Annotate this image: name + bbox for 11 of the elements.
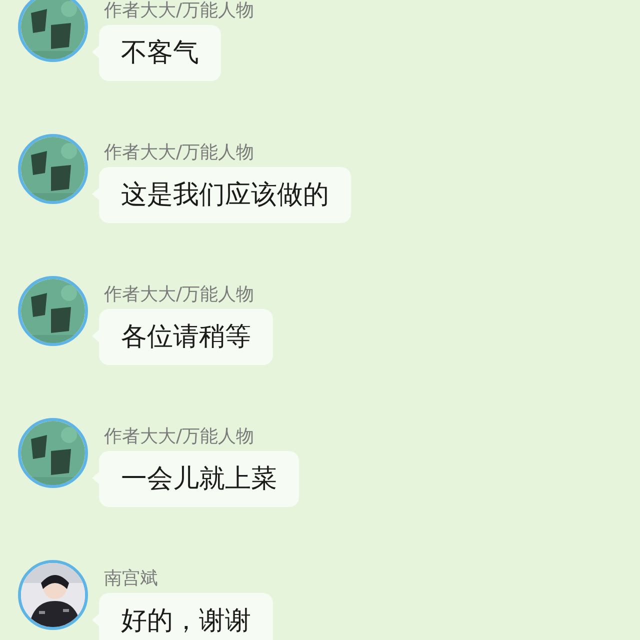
message-bubble: 各位请稍等: [99, 309, 273, 365]
sender-name: 作者大大/万能人物: [104, 284, 254, 306]
message-bubble: 好的，谢谢: [99, 593, 273, 640]
message-bubble: 这是我们应该做的: [99, 167, 351, 223]
message-bubble: 不客气: [99, 25, 221, 81]
sender-name: 作者大大/万能人物: [104, 142, 254, 164]
message-bubble: 一会儿就上菜: [99, 451, 299, 507]
sender-name: 南宫斌: [104, 568, 158, 590]
avatar[interactable]: [18, 0, 88, 62]
sender-name: 作者大大/万能人物: [104, 426, 254, 448]
sender-name: 作者大大/万能人物: [104, 0, 254, 22]
